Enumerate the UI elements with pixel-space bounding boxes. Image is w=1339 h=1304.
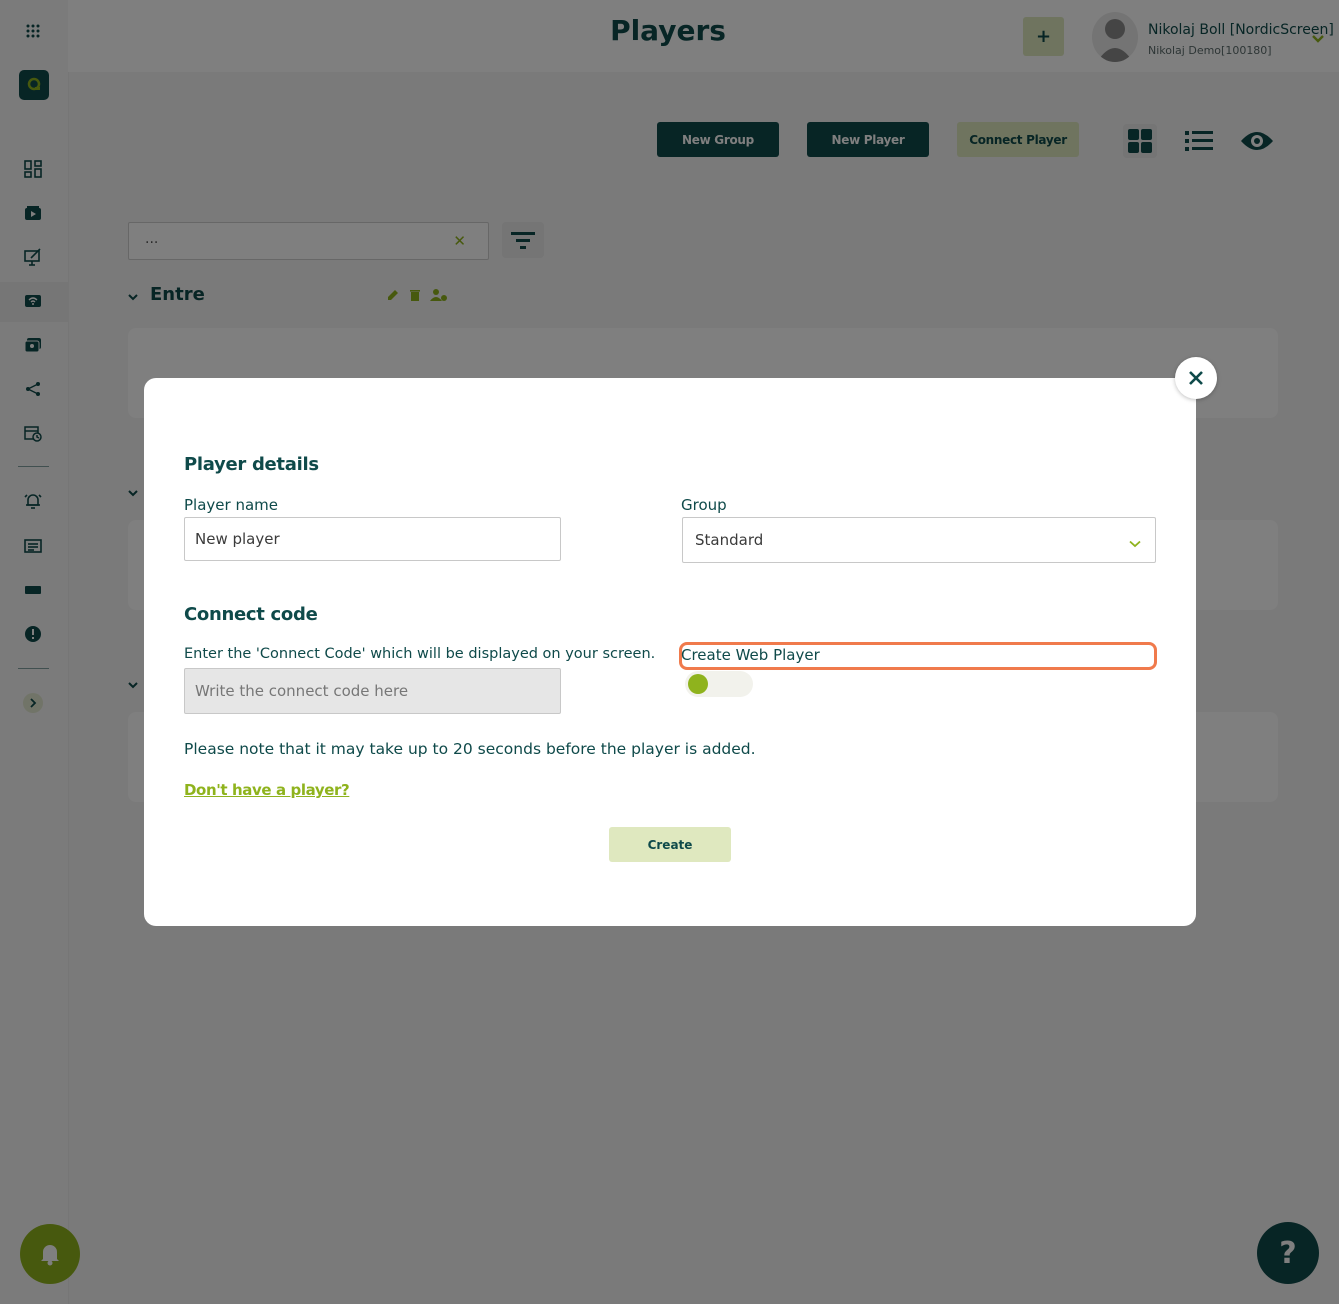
close-icon <box>1189 371 1203 385</box>
close-button[interactable] <box>1175 357 1217 399</box>
chevron-down-icon <box>1129 533 1141 552</box>
player-name-input[interactable] <box>184 517 561 561</box>
connect-player-dialog: Player details Player name Group Standar… <box>144 378 1196 926</box>
player-details-heading: Player details <box>184 454 319 475</box>
toggle-knob <box>688 674 708 694</box>
connect-code-heading: Connect code <box>184 604 318 625</box>
create-button[interactable]: Create <box>609 827 731 862</box>
no-player-link[interactable]: Don't have a player? <box>184 781 350 799</box>
web-player-label: Create Web Player <box>681 646 820 664</box>
player-name-label: Player name <box>184 496 278 514</box>
web-player-toggle[interactable] <box>685 671 753 697</box>
connect-code-input[interactable] <box>184 668 561 714</box>
connect-code-instruction: Enter the 'Connect Code' which will be d… <box>184 646 656 662</box>
group-label: Group <box>681 496 727 514</box>
group-select[interactable]: Standard <box>682 517 1156 563</box>
note-text: Please note that it may take up to 20 se… <box>184 740 756 758</box>
group-select-value: Standard <box>695 531 764 549</box>
